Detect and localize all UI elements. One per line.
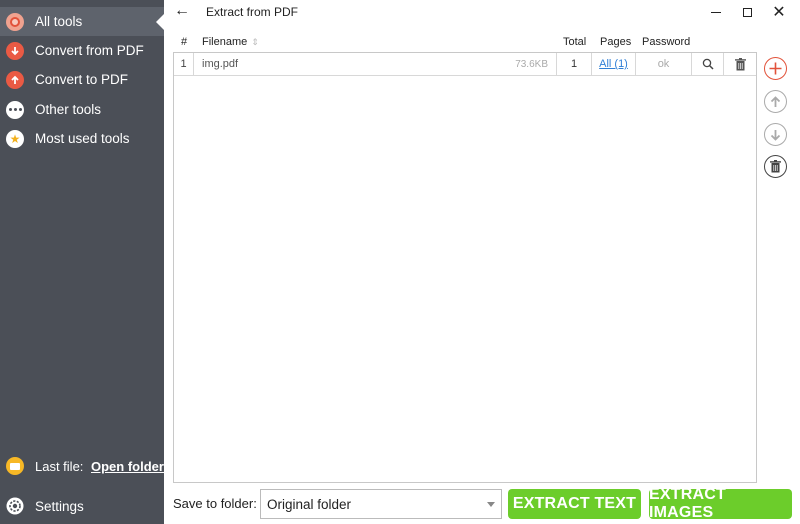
- app-window: All tools Convert from PDF Convert to PD…: [0, 0, 800, 524]
- minimize-icon: [711, 11, 721, 13]
- table-row[interactable]: 1 img.pdf 73.6KB 1 All (1) ok: [174, 53, 756, 76]
- window-title: Extract from PDF: [206, 5, 299, 19]
- maximize-icon: [742, 7, 752, 17]
- settings-button[interactable]: Settings: [0, 492, 164, 520]
- column-header-total: Total: [563, 36, 587, 48]
- sidebar-item-all-tools[interactable]: All tools: [0, 7, 164, 36]
- sidebar-item-label: Other tools: [35, 102, 102, 117]
- sidebar-item-label: Convert from PDF: [35, 43, 144, 58]
- file-list: 1 img.pdf 73.6KB 1 All (1) ok: [173, 52, 757, 483]
- last-file: Last file: Open folder: [0, 452, 164, 480]
- move-up-button[interactable]: [764, 90, 787, 113]
- row-number: 1: [174, 53, 194, 75]
- all-tools-icon: [6, 12, 24, 31]
- open-folder-link[interactable]: Open folder: [91, 459, 164, 474]
- convert-to-pdf-icon: [6, 70, 24, 89]
- back-arrow-icon[interactable]: ←: [174, 2, 190, 20]
- save-folder-select[interactable]: Original folder: [260, 489, 502, 519]
- password-cell: ok: [636, 53, 692, 75]
- extract-text-button[interactable]: EXTRACT TEXT: [508, 489, 641, 519]
- file-size: 73.6KB: [515, 58, 548, 70]
- gear-icon: [6, 497, 24, 515]
- chevron-down-icon: [487, 502, 495, 507]
- total-pages-cell: 1: [557, 53, 592, 75]
- column-header-label: Filename: [202, 36, 248, 48]
- filename-cell: img.pdf 73.6KB: [194, 53, 557, 75]
- sort-icon: ⇕: [251, 37, 259, 47]
- sidebar-item-other-tools[interactable]: Other tools: [0, 95, 164, 124]
- settings-label: Settings: [35, 498, 84, 514]
- trash-icon: [770, 160, 781, 173]
- add-file-button[interactable]: [764, 57, 787, 80]
- arrow-up-icon: [770, 95, 781, 107]
- search-icon: [702, 58, 714, 70]
- move-down-button[interactable]: [764, 123, 787, 146]
- sidebar-item-label: All tools: [35, 14, 83, 29]
- close-button[interactable]: ✕: [759, 0, 799, 24]
- preview-button[interactable]: [692, 53, 724, 75]
- title-bar: ← Extract from PDF ✕: [164, 0, 800, 24]
- sidebar-item-label: Most used tools: [35, 131, 130, 146]
- save-to-folder-label: Save to folder:: [173, 496, 257, 511]
- column-header-filename[interactable]: Filename ⇕: [202, 36, 259, 48]
- column-header-num: #: [181, 36, 188, 48]
- remove-all-button[interactable]: [764, 155, 787, 178]
- sidebar: All tools Convert from PDF Convert to PD…: [0, 0, 164, 524]
- delete-row-button[interactable]: [724, 53, 756, 75]
- sidebar-item-convert-from-pdf[interactable]: Convert from PDF: [0, 36, 164, 65]
- column-header-pages: Pages: [600, 36, 632, 48]
- sidebar-item-label: Convert to PDF: [35, 72, 129, 87]
- sidebar-item-most-used-tools[interactable]: ★ Most used tools: [0, 124, 164, 153]
- arrow-down-icon: [770, 129, 781, 141]
- save-folder-value: Original folder: [267, 496, 352, 512]
- star-icon: ★: [6, 129, 24, 148]
- folder-icon: [6, 457, 24, 475]
- pages-link[interactable]: All (1): [592, 53, 636, 75]
- table-header: # Filename ⇕ Total Pages Password: [173, 34, 757, 52]
- extract-images-button[interactable]: EXTRACT IMAGES: [649, 486, 792, 521]
- other-tools-icon: [6, 100, 24, 119]
- plus-icon: [769, 62, 782, 75]
- filename: img.pdf: [202, 58, 239, 70]
- column-header-password: Password: [642, 36, 691, 48]
- last-file-label: Last file:: [35, 458, 84, 474]
- convert-from-pdf-icon: [6, 41, 24, 60]
- sidebar-item-convert-to-pdf[interactable]: Convert to PDF: [0, 65, 164, 94]
- trash-icon: [734, 57, 746, 70]
